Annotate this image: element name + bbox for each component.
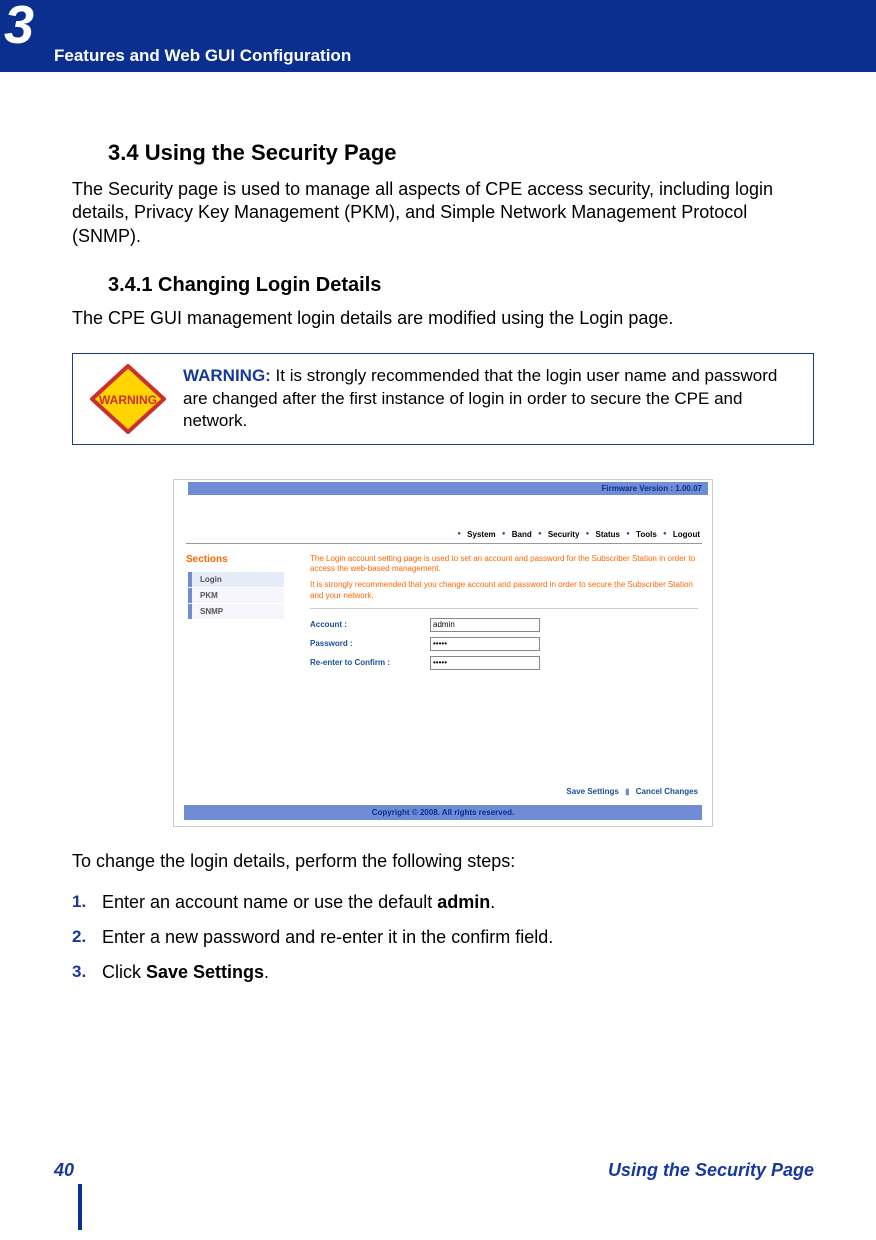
login-form: Account : Password : Re-enter to Confirm… [310,618,698,675]
chapter-header: 3 Features and Web GUI Configuration [0,0,876,72]
step-bold: admin [437,892,490,912]
warning-icon: WARNING [73,354,183,444]
step-text: Enter an account name or use the default [102,892,437,912]
subsection-heading: 3.4.1 Changing Login Details [108,274,814,297]
top-menu: ● System ● Band ● Security ● Status ● To… [455,530,702,539]
step-post: . [490,892,495,912]
steps-intro: To change the login details, perform the… [72,851,814,872]
warning-label: WARNING: [183,366,271,385]
menu-system[interactable]: System [467,530,495,539]
step-text: Enter a new password and re-enter it in … [102,927,553,947]
menu-tools[interactable]: Tools [636,530,657,539]
section-heading: 3.4 Using the Security Page [108,140,814,166]
password-label: Password : [310,639,430,648]
action-separator: ▮ [625,787,629,796]
page-footer: 40 Using the Security Page [54,1160,814,1200]
step-2: 2. Enter a new password and re-enter it … [72,925,814,950]
reenter-label: Re-enter to Confirm : [310,658,430,667]
panel-description: The Login account setting page is used t… [310,554,698,608]
account-input[interactable] [430,618,540,632]
step-3: 3. Click Save Settings. [72,960,814,985]
page-number: 40 [54,1160,74,1180]
sections-label: Sections [186,554,228,565]
subsection-intro: The CPE GUI management login details are… [72,307,814,330]
menu-security[interactable]: Security [548,530,580,539]
menu-band[interactable]: Band [512,530,532,539]
firmware-banner: Firmware Version : 1.00.07 [188,482,708,495]
reenter-input[interactable] [430,656,540,670]
password-input[interactable] [430,637,540,651]
menu-logout[interactable]: Logout [673,530,700,539]
step-bold: Save Settings [146,962,264,982]
panel-desc-2: It is strongly recommended that you chan… [310,580,698,601]
step-1: 1. Enter an account name or use the defa… [72,890,814,915]
save-settings-button[interactable]: Save Settings [566,787,618,796]
page-content: 3.4 Using the Security Page The Security… [72,140,814,995]
sidebar-item-pkm[interactable]: PKM [188,588,284,603]
panel-divider [310,608,698,609]
form-actions: Save Settings ▮ Cancel Changes [566,787,698,796]
panel-desc-1: The Login account setting page is used t… [310,554,698,575]
warning-icon-text: WARNING [99,393,157,407]
step-number: 1. [72,890,102,915]
cancel-changes-button[interactable]: Cancel Changes [636,787,698,796]
step-number: 3. [72,960,102,985]
menu-status[interactable]: Status [596,530,620,539]
chapter-title: Features and Web GUI Configuration [54,46,351,66]
step-number: 2. [72,925,102,950]
side-nav: Login PKM SNMP [188,572,284,620]
chapter-number: 3 [4,0,34,56]
warning-callout: WARNING WARNING: It is strongly recommen… [72,353,814,445]
steps-list: 1. Enter an account name or use the defa… [72,890,814,986]
footer-section-name: Using the Security Page [608,1160,814,1181]
embedded-screenshot: Firmware Version : 1.00.07 ● System ● Ba… [173,479,713,827]
menu-divider [186,543,702,544]
sidebar-item-login[interactable]: Login [188,572,284,587]
step-post: . [264,962,269,982]
warning-body: It is strongly recommended that the logi… [183,366,777,429]
step-text: Click [102,962,146,982]
footer-rule [78,1184,82,1230]
section-intro: The Security page is used to manage all … [72,178,814,248]
account-label: Account : [310,620,430,629]
copyright-bar: Copyright © 2008. All rights reserved. [184,805,702,820]
warning-text: WARNING: It is strongly recommended that… [183,355,813,441]
sidebar-item-snmp[interactable]: SNMP [188,604,284,619]
